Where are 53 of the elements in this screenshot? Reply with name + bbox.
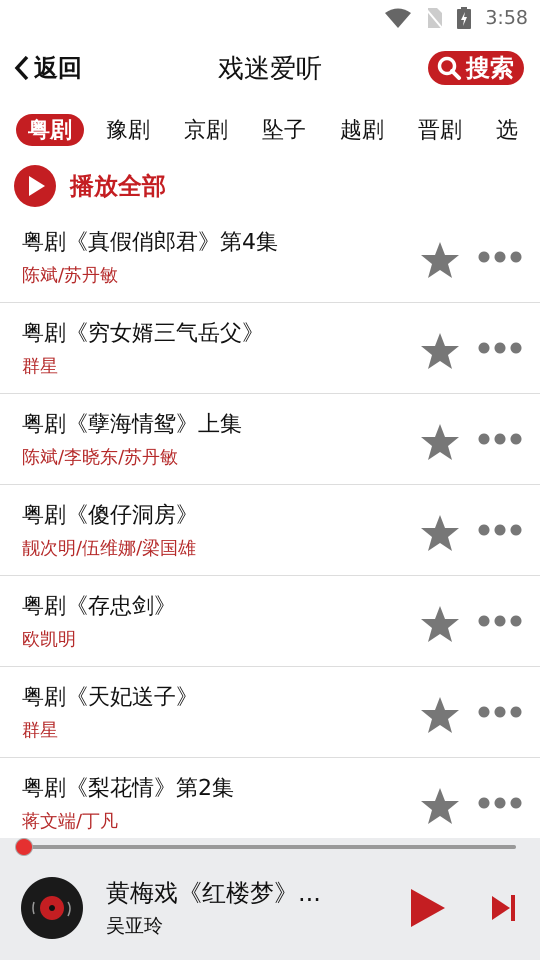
track-title[interactable]: 粤剧《真假俏郎君》第4集 — [22, 227, 278, 257]
category-tab[interactable]: 越剧 — [328, 114, 396, 146]
skip-next-icon[interactable] — [492, 894, 516, 922]
track-title[interactable]: 粤剧《梨花情》第2集 — [22, 773, 234, 803]
more-icon[interactable] — [478, 251, 522, 263]
track-artist: 陈斌/李晓东/苏丹敏 — [22, 446, 178, 469]
back-chevron-icon — [14, 55, 30, 81]
more-icon[interactable] — [478, 433, 522, 445]
star-icon[interactable] — [420, 787, 460, 825]
star-icon[interactable] — [420, 241, 460, 279]
more-icon[interactable] — [478, 524, 522, 536]
star-icon[interactable] — [420, 605, 460, 643]
search-button[interactable]: 搜索 — [428, 51, 524, 85]
track-title[interactable]: 粤剧《孽海情鸳》上集 — [22, 409, 242, 439]
page-title: 戏迷爱听 — [218, 52, 322, 86]
now-playing-title: 黄梅戏《红楼梦》... — [106, 878, 321, 909]
search-icon — [436, 55, 462, 81]
no-sim-icon — [425, 7, 444, 29]
battery-icon — [457, 7, 472, 29]
more-icon[interactable] — [478, 706, 522, 718]
track-title[interactable]: 粤剧《傻仔洞房》 — [22, 500, 198, 530]
track-artist: 蒋文端/丁凡 — [22, 810, 118, 833]
back-button[interactable]: 返回 — [14, 52, 82, 84]
track-artist: 群星 — [22, 355, 58, 378]
track-artist: 陈斌/苏丹敏 — [22, 264, 118, 287]
category-tab[interactable]: 晋剧 — [406, 114, 474, 146]
category-tab[interactable]: 选 — [484, 114, 530, 146]
star-icon[interactable] — [420, 696, 460, 734]
star-icon[interactable] — [420, 423, 460, 461]
track-artist: 欧凯明 — [22, 628, 76, 651]
vinyl-record-icon — [20, 876, 84, 940]
track-title[interactable]: 粤剧《存忠剑》 — [22, 591, 176, 621]
status-time: 3:58 — [485, 7, 528, 29]
wifi-icon — [385, 8, 412, 28]
now-playing-artist: 吴亚玲 — [106, 914, 163, 939]
more-icon[interactable] — [478, 797, 522, 809]
play-icon[interactable] — [410, 888, 446, 928]
category-tab[interactable]: 豫剧 — [94, 114, 162, 146]
more-icon[interactable] — [478, 615, 522, 627]
more-icon[interactable] — [478, 342, 522, 354]
star-icon[interactable] — [420, 332, 460, 370]
track-title[interactable]: 粤剧《天妃送子》 — [22, 682, 198, 712]
category-tab[interactable]: 粤剧 — [16, 114, 84, 146]
slider-thumb[interactable] — [15, 838, 33, 856]
play-all-button[interactable]: 播放全部 — [0, 160, 540, 212]
category-tab[interactable]: 京剧 — [172, 114, 240, 146]
track-title[interactable]: 粤剧《穷女婿三气岳父》 — [22, 318, 264, 348]
star-icon[interactable] — [420, 514, 460, 552]
category-tab[interactable]: 坠子 — [250, 114, 318, 146]
track-artist: 群星 — [22, 719, 58, 742]
play-icon — [14, 165, 56, 207]
track-artist: 靓次明/伍维娜/梁国雄 — [22, 537, 196, 560]
progress-slider[interactable] — [15, 838, 516, 856]
